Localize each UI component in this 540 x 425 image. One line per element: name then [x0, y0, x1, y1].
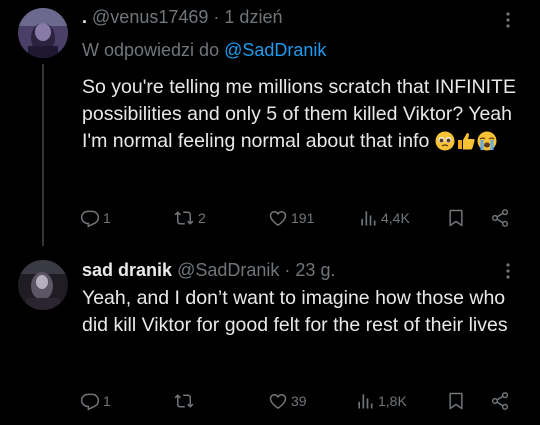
display-name[interactable]: . [82, 7, 87, 27]
share-button[interactable] [490, 206, 510, 230]
bookmark-button[interactable] [446, 206, 466, 230]
avatar-image [18, 8, 68, 58]
tweet-text: Yeah, and I don’t want to imagine how th… [82, 285, 522, 339]
repost-button[interactable]: 2 [173, 206, 206, 230]
views-button[interactable]: 1,8K [355, 389, 407, 413]
avatar-image [18, 260, 68, 310]
timestamp[interactable]: 23 g. [295, 260, 335, 280]
reply-button[interactable]: 1 [80, 206, 111, 230]
repost-icon [174, 211, 194, 225]
tweet-text-content: Yeah, and I don’t want to imagine how th… [82, 287, 508, 336]
like-icon [269, 393, 287, 409]
bookmark-icon [449, 209, 463, 227]
views-count: 1,8K [378, 393, 407, 409]
handle[interactable]: @venus17469 [92, 7, 208, 27]
avatar[interactable] [18, 8, 68, 58]
replying-to: W odpowiedzi do @SadDranik [82, 39, 326, 61]
share-icon [491, 209, 509, 227]
more-icon[interactable] [498, 10, 518, 30]
like-button[interactable]: 39 [268, 389, 307, 413]
share-button[interactable] [490, 389, 510, 413]
reply-mention[interactable]: @SadDranik [224, 40, 326, 60]
handle[interactable]: @SadDranik [177, 260, 279, 280]
reply-button[interactable]: 1 [80, 389, 111, 413]
tweet-header: sad dranik @SadDranik · 23 g. [82, 259, 335, 281]
thread-line [42, 64, 44, 246]
like-count: 191 [291, 210, 315, 226]
separator: · [213, 7, 220, 27]
reply-icon [80, 210, 100, 228]
tweet-text: So you're telling me millions scratch th… [82, 74, 522, 159]
views-button[interactable]: 4,4K [358, 206, 410, 230]
pleading-face-icon [435, 131, 455, 159]
more-icon[interactable] [498, 261, 518, 281]
tweet-header: . @venus17469 · 1 dzień [82, 6, 282, 28]
reply-count: 1 [103, 210, 111, 226]
views-icon [358, 394, 373, 409]
bookmark-icon [449, 392, 463, 410]
tweet-2[interactable]: sad dranik @SadDranik · 23 g. Yeah, and … [0, 240, 540, 425]
repost-icon [174, 394, 194, 408]
views-icon [361, 211, 376, 226]
like-icon [269, 210, 287, 226]
like-button[interactable]: 191 [268, 206, 314, 230]
thumbs-up-icon [456, 131, 476, 159]
tweet-actions: 1 2 191 4,4K [80, 206, 520, 230]
views-count: 4,4K [381, 210, 410, 226]
loudly-crying-face-icon [477, 131, 497, 159]
separator: · [284, 260, 291, 280]
like-count: 39 [291, 393, 307, 409]
display-name[interactable]: sad dranik [82, 260, 172, 280]
bookmark-button[interactable] [446, 389, 466, 413]
avatar[interactable] [18, 260, 68, 310]
tweet-actions: 1 39 1,8K [80, 389, 520, 413]
tweet-1[interactable]: . @venus17469 · 1 dzień W odpowiedzi do … [0, 0, 540, 246]
repost-count: 2 [198, 210, 206, 226]
reply-icon [80, 393, 100, 411]
timestamp[interactable]: 1 dzień [224, 7, 282, 27]
reply-count: 1 [103, 393, 111, 409]
repost-button[interactable] [173, 389, 198, 413]
reply-prefix: W odpowiedzi do [82, 40, 220, 60]
share-icon [491, 392, 509, 410]
